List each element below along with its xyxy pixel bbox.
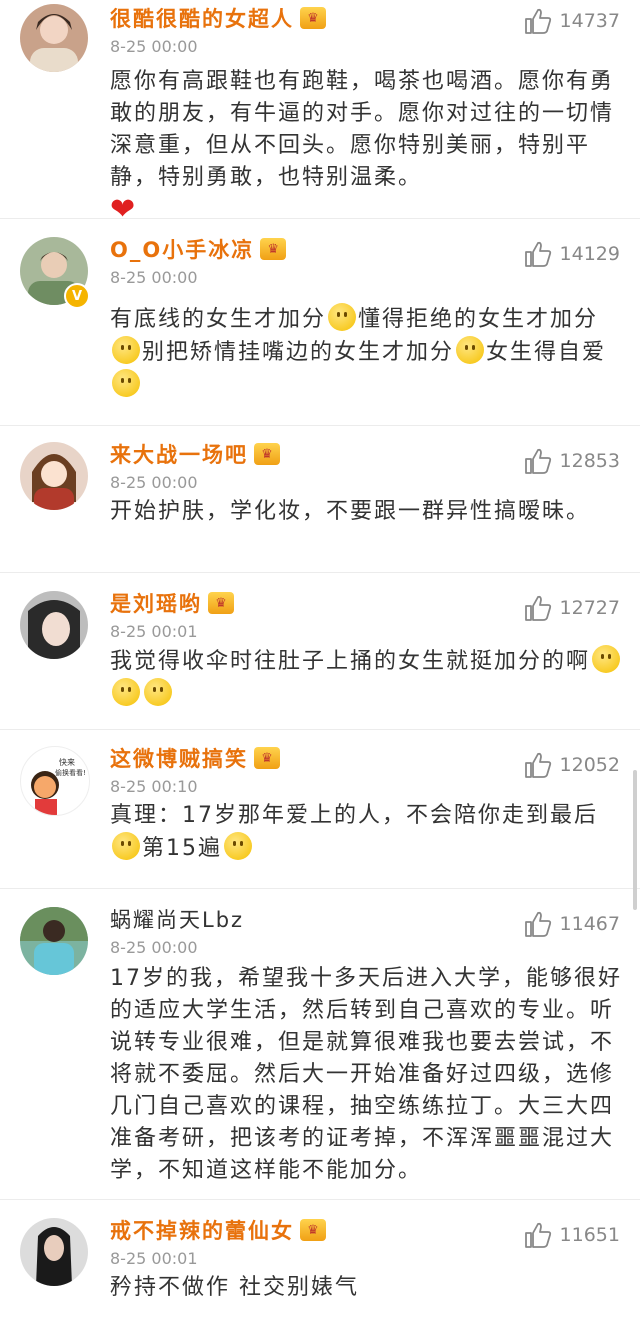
thumbs-up-icon <box>524 1222 551 1248</box>
comment-item: 来大战一场吧 ♛ 8-25 00:00 12853 开始护肤，学化妆，不要跟一群… <box>0 426 640 573</box>
member-crown-icon: ♛ <box>260 238 287 260</box>
comment-item: 戒不掉辣的蕾仙女 ♛ 8-25 00:01 11651 矜持不做作 社交别婊气 <box>0 1200 640 1330</box>
like-button[interactable]: 12727 <box>524 595 620 621</box>
smile-emoji-icon <box>112 369 140 397</box>
member-crown-icon: ♛ <box>254 443 280 465</box>
comment-text: 矜持不做作 社交别婊气 <box>110 1275 359 1300</box>
thumbs-up-icon <box>524 448 551 474</box>
username[interactable]: 蜗耀尚天Lbz <box>110 904 244 934</box>
thumbs-up-icon <box>524 911 551 937</box>
smile-emoji-icon <box>144 678 172 706</box>
timestamp: 8-25 00:01 <box>110 622 198 641</box>
thumbs-up-icon <box>524 595 551 621</box>
thumbs-up-icon <box>524 8 551 34</box>
comment-text: 开始护肤，学化妆，不要跟一群异性搞暧昧。 <box>110 499 591 524</box>
like-count: 12052 <box>559 754 620 776</box>
member-crown-icon: ♛ <box>208 592 234 614</box>
smile-emoji-icon <box>456 336 485 364</box>
comment-item: 很酷很酷的女超人 ♛ 8-25 00:00 14737 愿你有高跟鞋也有跑鞋，喝… <box>0 0 640 226</box>
comment-item: 快来 偷换看看! 这微博贼搞笑 ♛ 8-25 00:10 12052 真理：17岁… <box>0 730 640 889</box>
timestamp: 8-25 00:00 <box>110 268 198 287</box>
member-crown-icon: ♛ <box>300 7 326 29</box>
scrollbar[interactable] <box>633 770 637 910</box>
avatar[interactable] <box>20 591 88 659</box>
timestamp: 8-25 00:10 <box>110 777 198 796</box>
like-button[interactable]: 12853 <box>524 448 620 474</box>
like-button[interactable]: 12052 <box>524 752 620 778</box>
like-count: 14129 <box>559 243 620 265</box>
avatar[interactable]: 快来 偷换看看! <box>20 746 90 816</box>
smile-emoji-icon <box>112 336 140 364</box>
like-button[interactable]: 11467 <box>524 911 620 937</box>
timestamp: 8-25 00:00 <box>110 37 198 56</box>
username[interactable]: 很酷很酷的女超人 <box>110 3 294 33</box>
username[interactable]: 是刘瑶哟 <box>110 588 202 618</box>
like-button[interactable]: 14737 <box>524 8 620 34</box>
member-crown-icon: ♛ <box>300 1219 326 1241</box>
avatar[interactable] <box>20 1218 88 1286</box>
like-count: 12853 <box>559 450 620 472</box>
username[interactable]: O_O小手冰凉 <box>110 234 254 264</box>
like-button[interactable]: 14129 <box>524 241 620 267</box>
like-count: 11467 <box>559 913 620 935</box>
comment-item: V O_O小手冰凉 ♛ 8-25 00:00 14129 有底线的女生才加分 懂得… <box>0 219 640 426</box>
username[interactable]: 戒不掉辣的蕾仙女 <box>110 1215 294 1245</box>
verified-badge-icon: V <box>64 283 90 309</box>
comment-text: 愿你有高跟鞋也有跑鞋，喝茶也喝酒。愿你有勇敢的朋友，有牛逼的对手。愿你对过往的一… <box>110 69 615 227</box>
username[interactable]: 这微博贼搞笑 <box>110 743 248 773</box>
like-count: 11651 <box>559 1224 620 1246</box>
comment-text: 我觉得收伞时往肚子上捅的女生就挺加分的啊 <box>110 643 626 723</box>
smile-emoji-icon <box>112 678 140 706</box>
comment-text: 真理：17岁那年爱上的人，不会陪你走到最后第15遍 <box>110 803 598 861</box>
comment-text: 17岁的我，希望我十多天后进入大学，能够很好的适应大学生活，然后转到自己喜欢的专… <box>110 966 622 1183</box>
like-count: 14737 <box>559 10 620 32</box>
username[interactable]: 来大战一场吧 <box>110 439 248 469</box>
thumbs-up-icon <box>524 752 551 778</box>
member-crown-icon: ♛ <box>254 747 280 769</box>
avatar[interactable] <box>20 907 88 975</box>
like-button[interactable]: 11651 <box>524 1222 620 1248</box>
timestamp: 8-25 00:01 <box>110 1249 198 1268</box>
comment-item: 是刘瑶哟 ♛ 8-25 00:01 12727 我觉得收伞时往肚子上捅的女生就挺… <box>0 573 640 730</box>
smile-emoji-icon <box>224 832 252 860</box>
like-count: 12727 <box>559 597 620 619</box>
avatar[interactable] <box>20 442 88 510</box>
timestamp: 8-25 00:00 <box>110 938 198 957</box>
smile-emoji-icon <box>112 832 140 860</box>
smile-emoji-icon <box>328 303 357 331</box>
svg-text:偷换看看!: 偷换看看! <box>55 768 86 777</box>
comment-text: 有底线的女生才加分 懂得拒绝的女生才加分别把矫情挂嘴边的女生才加分 女生得自爱 <box>110 289 626 414</box>
comment-item: 蜗耀尚天Lbz 8-25 00:00 11467 17岁的我，希望我十多天后进入… <box>0 889 640 1200</box>
svg-text:快来: 快来 <box>59 757 75 767</box>
thumbs-up-icon <box>524 241 551 267</box>
smile-emoji-icon <box>592 645 621 673</box>
timestamp: 8-25 00:00 <box>110 473 198 492</box>
avatar[interactable] <box>20 4 88 72</box>
